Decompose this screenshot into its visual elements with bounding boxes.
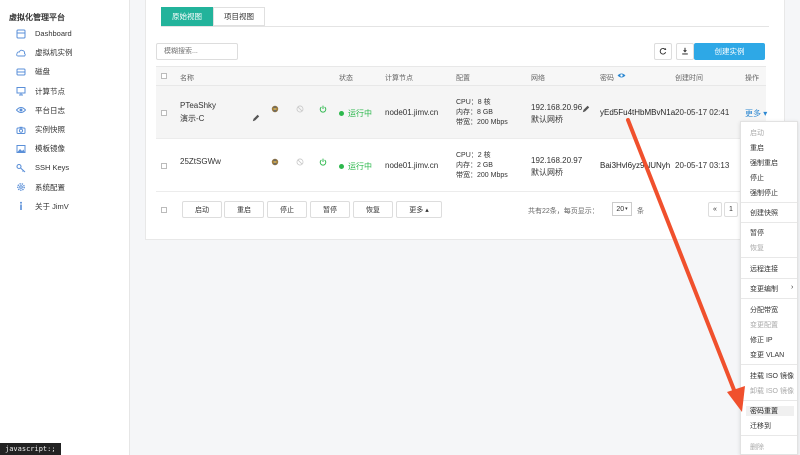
annotation-arrow <box>626 118 745 412</box>
statusbar-url: javascript:; <box>0 443 61 455</box>
